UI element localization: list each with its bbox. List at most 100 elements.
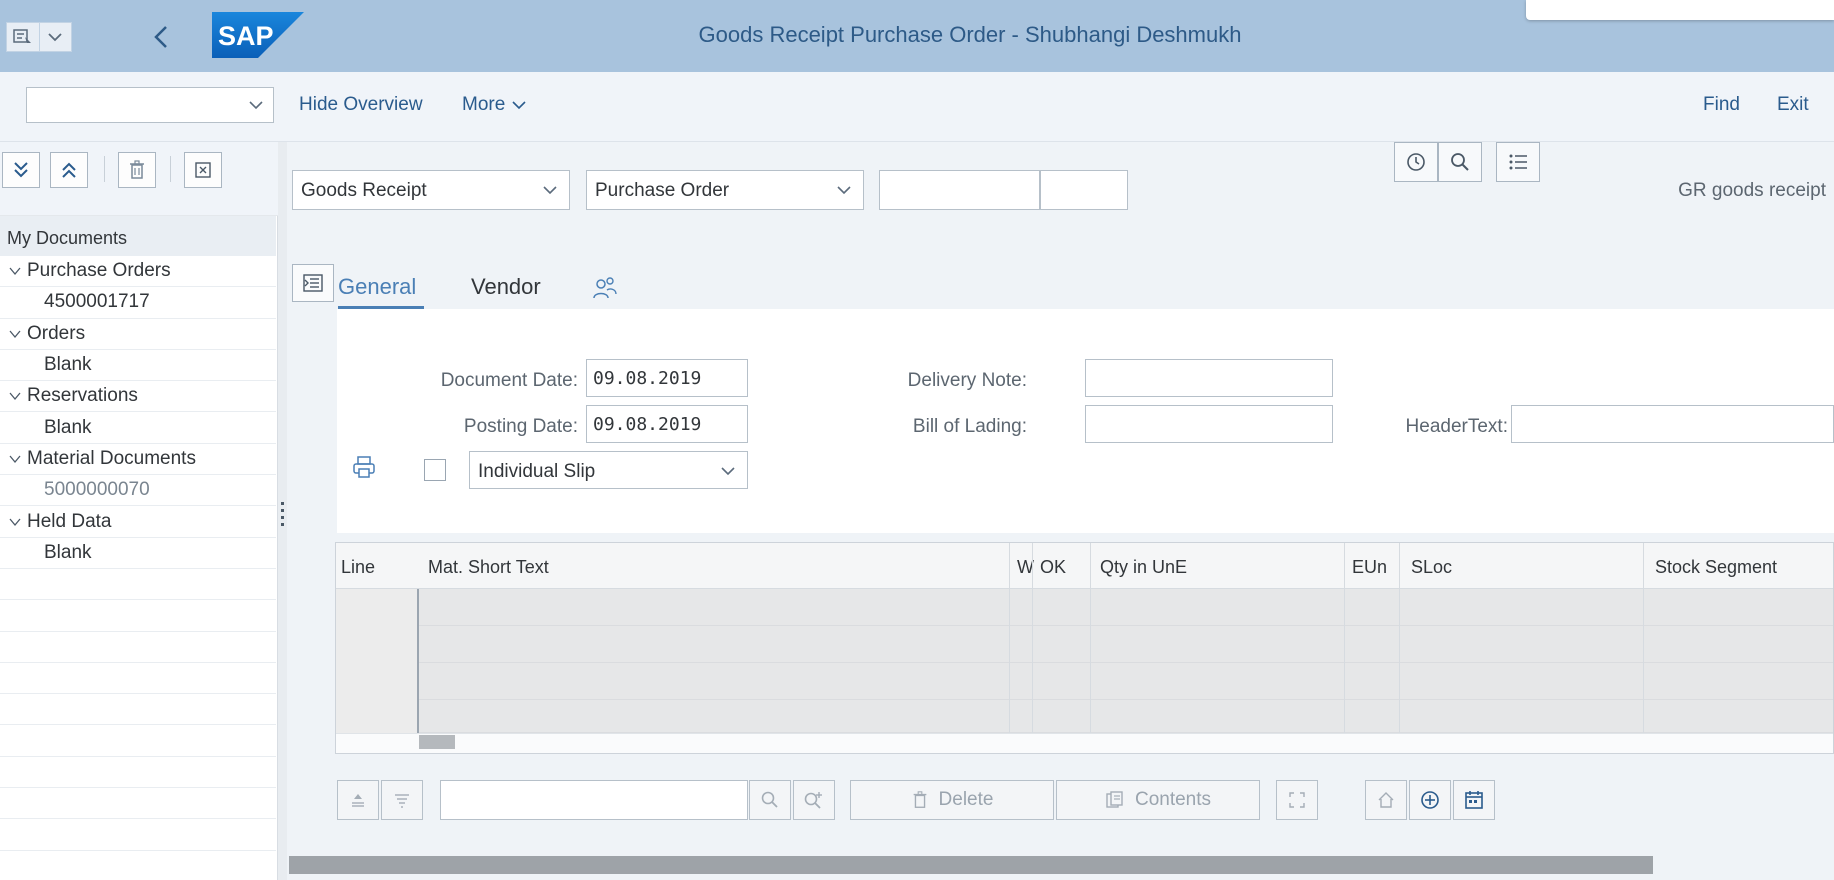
- slip-type-select[interactable]: Individual Slip: [469, 451, 748, 489]
- table-row[interactable]: [336, 663, 1833, 700]
- table-header: Line Mat. Short Text W OK Qty in UnE EUn…: [336, 543, 1833, 589]
- column-divider: [1032, 543, 1033, 733]
- transaction-select[interactable]: Goods Receipt: [292, 170, 570, 210]
- col-line[interactable]: Line: [341, 557, 375, 578]
- tree-empty-row: [0, 694, 276, 726]
- exit-button[interactable]: Exit: [1777, 94, 1809, 116]
- column-divider: [1090, 543, 1091, 733]
- command-field-select[interactable]: [26, 87, 274, 123]
- col-sloc[interactable]: SLoc: [1411, 557, 1452, 578]
- shell-popover: [1526, 0, 1834, 20]
- tree-node-orders[interactable]: Orders: [0, 319, 276, 350]
- align-top-button[interactable]: [337, 780, 379, 820]
- contents-button[interactable]: Contents: [1056, 780, 1260, 820]
- tab-partners[interactable]: [592, 272, 618, 302]
- history-button[interactable]: [1394, 142, 1438, 182]
- trash-icon: [130, 160, 144, 179]
- search-icon: [761, 791, 778, 808]
- calendar-icon: [1465, 791, 1483, 809]
- table-row[interactable]: [336, 700, 1833, 733]
- reference-select[interactable]: Purchase Order: [586, 170, 864, 210]
- home-button[interactable]: [1365, 780, 1407, 820]
- tree-leaf[interactable]: 5000000070: [0, 475, 276, 507]
- col-qty-in-une[interactable]: Qty in UnE: [1100, 557, 1187, 578]
- tree-leaf[interactable]: Blank: [0, 538, 276, 569]
- table-search-input[interactable]: [440, 780, 748, 820]
- print-checkbox[interactable]: [424, 459, 446, 481]
- people-icon: [593, 277, 617, 299]
- column-divider: [1643, 543, 1644, 733]
- find-button[interactable]: Find: [1703, 94, 1740, 116]
- delivery-note-input[interactable]: [1085, 359, 1333, 397]
- calendar-button[interactable]: [1453, 780, 1495, 820]
- print-icon[interactable]: [351, 454, 377, 480]
- table-scrollbar-thumb[interactable]: [419, 735, 455, 749]
- column-divider: [1009, 543, 1010, 733]
- more-button[interactable]: More: [462, 94, 527, 116]
- clock-icon: [1407, 153, 1425, 171]
- bill-of-lading-input[interactable]: [1085, 405, 1333, 443]
- close-overview-button[interactable]: [184, 152, 222, 188]
- tree-node-held-data[interactable]: Held Data: [0, 506, 276, 538]
- page-scrollbar[interactable]: [289, 856, 1653, 874]
- chevron-down-icon: [247, 96, 265, 119]
- fullscreen-icon: [1289, 792, 1305, 808]
- po-number-input[interactable]: [879, 170, 1040, 210]
- tab-general[interactable]: General: [338, 274, 416, 300]
- header-text-input[interactable]: [1511, 405, 1834, 443]
- collapse-all-button[interactable]: [50, 152, 88, 188]
- search-plus-icon: [804, 792, 822, 809]
- chevron-down-icon: [8, 260, 27, 282]
- fullscreen-button[interactable]: [1276, 780, 1318, 820]
- chevron-down-icon: [8, 385, 27, 407]
- tree-leaf[interactable]: Blank: [0, 412, 276, 444]
- search-next-button[interactable]: [793, 780, 835, 820]
- po-item-input[interactable]: [1040, 170, 1128, 210]
- tab-vendor[interactable]: Vendor: [471, 274, 541, 300]
- row-selector-column[interactable]: [336, 589, 419, 733]
- add-item-button[interactable]: [1409, 780, 1451, 820]
- tree-node-purchase-orders[interactable]: Purchase Orders: [0, 256, 276, 288]
- col-mat-short-text[interactable]: Mat. Short Text: [428, 557, 549, 578]
- tree-leaf[interactable]: Blank: [0, 350, 276, 382]
- shell-bar: SAP Goods Receipt Purchase Order - Shubh…: [0, 0, 1834, 72]
- table-row[interactable]: [336, 626, 1833, 663]
- general-panel: Document Date: 09.08.2019 Posting Date: …: [337, 309, 1834, 533]
- posting-date-input[interactable]: 09.08.2019: [586, 405, 748, 443]
- shell-menu-button[interactable]: [6, 22, 72, 52]
- search-button[interactable]: [1438, 142, 1482, 182]
- panel-splitter[interactable]: [278, 142, 287, 880]
- slip-type-value: Individual Slip: [478, 461, 596, 482]
- col-stock-segment[interactable]: Stock Segment: [1655, 557, 1777, 578]
- chevron-down-icon: [541, 181, 559, 205]
- tree-node-material-documents[interactable]: Material Documents: [0, 444, 276, 476]
- more-label: More: [462, 94, 506, 115]
- tree-empty-row: [0, 569, 276, 601]
- tree-node-label: Material Documents: [27, 447, 196, 469]
- table-search-button[interactable]: [749, 780, 791, 820]
- column-divider: [1344, 543, 1345, 733]
- delete-overview-button[interactable]: [118, 152, 156, 188]
- expand-all-button[interactable]: [2, 152, 40, 188]
- toolbar-separator: [104, 156, 105, 182]
- my-documents-header: My Documents: [0, 216, 276, 256]
- delete-button[interactable]: Delete: [850, 780, 1054, 820]
- chevron-left-icon: [154, 26, 167, 48]
- tree-node-reservations[interactable]: Reservations: [0, 381, 276, 413]
- tree-node-label: Reservations: [27, 385, 138, 407]
- contents-label: Contents: [1134, 789, 1212, 810]
- document-date-input[interactable]: 09.08.2019: [586, 359, 748, 397]
- tree-leaf[interactable]: 4500001717: [0, 287, 276, 319]
- filter-button[interactable]: [381, 780, 423, 820]
- list-button[interactable]: [1496, 142, 1540, 182]
- table-row[interactable]: [336, 589, 1833, 626]
- col-eun[interactable]: EUn: [1352, 557, 1387, 578]
- posting-date-label: Posting Date:: [463, 416, 578, 437]
- col-ok[interactable]: OK: [1040, 557, 1066, 578]
- back-button[interactable]: [146, 20, 176, 54]
- chevron-down-icon: [835, 181, 853, 205]
- overview-toolbar: [0, 142, 278, 216]
- tree-empty-row: [0, 819, 276, 851]
- hide-overview-button[interactable]: Hide Overview: [299, 94, 423, 116]
- header-toggle-button[interactable]: [292, 264, 334, 302]
